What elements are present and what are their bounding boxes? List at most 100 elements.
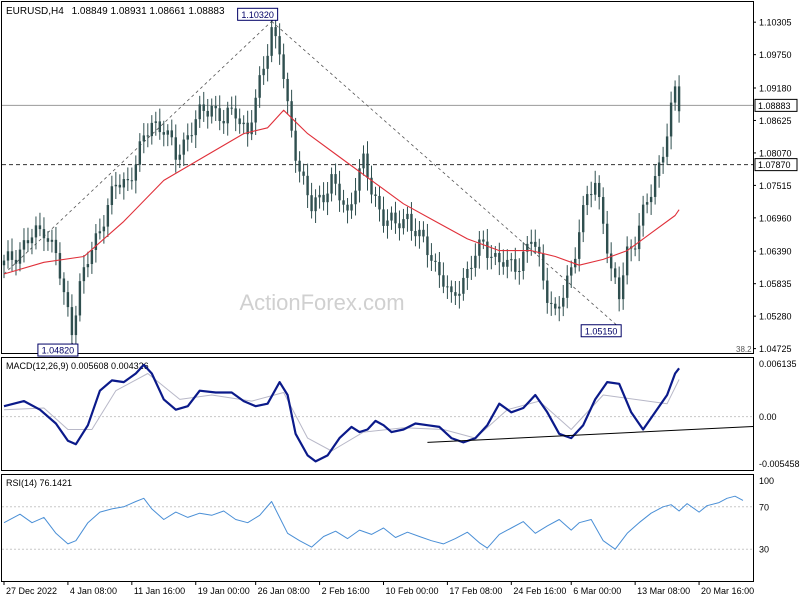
candle-body (649, 196, 653, 203)
candle-body (518, 270, 521, 272)
candle-body (354, 190, 357, 205)
candle-body (594, 182, 597, 195)
annotation-label: 1.05150 (585, 326, 618, 336)
candle-body (605, 223, 609, 254)
candle-body (346, 204, 349, 211)
candle-body (90, 249, 94, 265)
candle-body (22, 240, 26, 250)
candle-body (566, 275, 569, 298)
candle-body (550, 302, 553, 304)
candle-body (198, 104, 201, 120)
candle-body (314, 197, 317, 212)
price-y-tick-label: 1.07515 (759, 181, 792, 191)
candle-body (653, 176, 657, 197)
x-tick-label: 4 Jan 08:00 (70, 586, 117, 596)
x-tick-label: 10 Feb 00:00 (385, 586, 438, 596)
candle-body (390, 212, 393, 221)
candle-body (222, 121, 225, 124)
rsi-y-tick-label: 70 (759, 502, 769, 512)
candle-body (637, 225, 641, 250)
candle-body (422, 229, 425, 237)
candle-body (302, 171, 305, 176)
candle-body (673, 86, 677, 103)
x-tick-label: 11 Jan 16:00 (134, 586, 185, 596)
candle-body (645, 202, 649, 205)
candle-body (582, 205, 585, 233)
candle-body (114, 184, 118, 187)
macd-panel (1, 357, 754, 471)
price-marker-label: 1.08883 (758, 101, 791, 111)
price-y-tick-label: 1.09750 (759, 50, 792, 60)
candle-body (410, 213, 413, 231)
candle-body (266, 55, 269, 69)
candle-body (426, 236, 429, 256)
candle-body (386, 220, 389, 226)
candle-body (54, 239, 58, 254)
candle-body (102, 226, 106, 232)
candle-body (98, 231, 102, 234)
candle-body (534, 241, 537, 247)
candle-body (398, 223, 401, 229)
candle-body (50, 239, 54, 242)
candle-body (502, 262, 505, 267)
candle-body (278, 36, 281, 55)
candle-body (122, 179, 126, 188)
candle-body (530, 241, 533, 244)
price-y-tick-label: 1.06390 (759, 247, 792, 257)
rsi-panel (1, 474, 754, 582)
candle-body (306, 175, 309, 196)
candle-body (350, 204, 353, 211)
price-y-tick-label: 1.05280 (759, 312, 792, 322)
rsi-title: RSI(14) 76.1421 (6, 478, 72, 488)
candle-body (194, 119, 197, 136)
candle-body (442, 275, 445, 287)
candle-body (677, 86, 681, 112)
candle-body (146, 135, 150, 137)
candle-body (661, 156, 665, 163)
candle-body (474, 255, 477, 268)
candle-body (490, 256, 493, 258)
price-y-tick-label: 1.08625 (759, 116, 792, 126)
candle-body (186, 135, 189, 140)
candle-body (542, 253, 545, 281)
symbol-label: EURUSD,H4 (6, 6, 64, 17)
forex-chart: ActionForex.com EURUSD,H4 1.08849 1.0893… (0, 0, 800, 600)
candle-body (601, 197, 605, 224)
candle-body (30, 237, 34, 244)
x-tick-label: 17 Feb 08:00 (449, 586, 502, 596)
candle-body (86, 264, 90, 268)
candle-body (558, 306, 561, 309)
candle-body (106, 205, 110, 227)
ohlc-label: 1.08849 1.08931 1.08661 1.08883 (72, 6, 225, 17)
macd-title: MACD(12,26,9) 0.005608 0.004326 (6, 361, 149, 371)
candle-body (597, 182, 601, 198)
price-y-tick-label: 1.08070 (759, 148, 792, 158)
candle-body (190, 135, 193, 137)
candle-body (158, 121, 161, 133)
x-tick-label: 6 Mar 00:00 (573, 586, 621, 596)
x-tick-label: 19 Jan 00:00 (198, 586, 250, 596)
price-marker-label: 1.07870 (758, 160, 791, 170)
candle-body (458, 293, 461, 296)
candle-body (506, 259, 509, 267)
candle-body (494, 253, 497, 257)
candle-body (38, 225, 42, 230)
candle-body (62, 278, 66, 293)
candle-body (110, 186, 114, 206)
candle-body (42, 229, 46, 239)
candle-body (657, 162, 661, 177)
watermark: ActionForex.com (239, 290, 404, 315)
candle-body (214, 105, 217, 109)
candle-body (290, 101, 293, 131)
candle-body (362, 153, 365, 169)
candle-body (70, 307, 74, 336)
candle-body (138, 141, 142, 165)
candle-body (162, 132, 165, 135)
candle-body (258, 75, 261, 98)
candle-body (178, 154, 181, 160)
candle-body (202, 104, 205, 111)
candle-body (118, 184, 122, 188)
candle-body (330, 174, 333, 194)
x-tick-label: 24 Feb 16:00 (513, 586, 566, 596)
candle-body (510, 259, 513, 261)
